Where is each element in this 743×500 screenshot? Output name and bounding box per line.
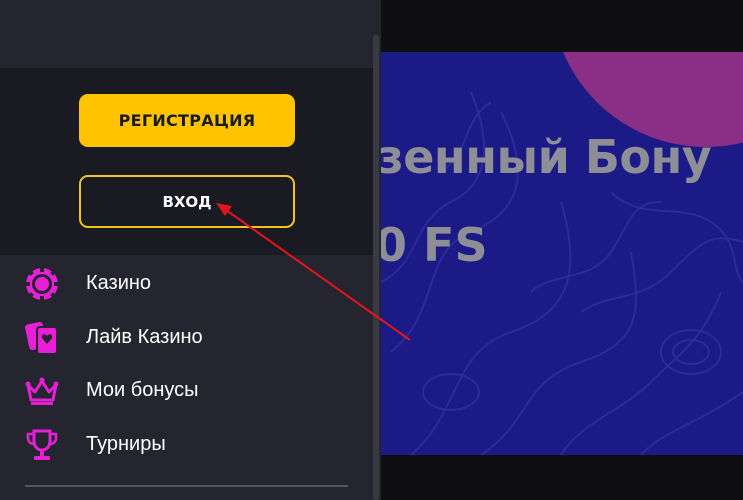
sidebar-header	[0, 0, 381, 68]
sidebar-item-my-bonuses[interactable]: Мои бонусы	[0, 366, 360, 414]
top-dark-strip	[381, 0, 743, 52]
bottom-dark-strip	[381, 455, 743, 500]
banner-headline: зенный Бону	[381, 130, 712, 184]
sidebar-item-label: Казино	[86, 272, 152, 294]
sidebar-item-casino[interactable]: Казино	[0, 259, 360, 307]
sidebar-item-tournaments[interactable]: Турниры	[0, 420, 360, 468]
sidebar-item-label: Мои бонусы	[86, 379, 199, 401]
playing-cards-icon	[25, 321, 58, 355]
sidebar-item-label: Турниры	[86, 433, 166, 455]
promo-banner[interactable]: зенный Бону 0 FS	[381, 52, 743, 455]
banner-freespins: 0 FS	[381, 218, 488, 272]
login-button[interactable]: ВХОД	[79, 175, 295, 228]
trophy-icon	[26, 429, 58, 460]
sidebar-divider	[25, 485, 348, 487]
sidebar-item-label: Лайв Казино	[86, 326, 203, 348]
sidebar-menu: РЕГИСТРАЦИЯ ВХОД Казино Лайв Казино Мои …	[0, 0, 381, 500]
sidebar-item-live-casino[interactable]: Лайв Казино	[0, 313, 360, 361]
casino-chip-icon	[25, 267, 59, 301]
sidebar-scrollbar[interactable]	[373, 35, 379, 500]
crown-icon	[25, 377, 59, 405]
register-button[interactable]: РЕГИСТРАЦИЯ	[79, 94, 295, 147]
